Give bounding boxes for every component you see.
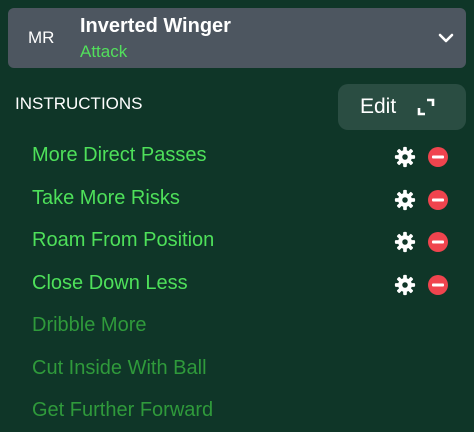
instruction-label: Dribble More	[32, 314, 147, 336]
role-selector[interactable]: MR Inverted Winger Attack	[8, 8, 466, 68]
gear-icon[interactable]	[394, 231, 416, 253]
role-duty: Attack	[80, 42, 128, 61]
remove-icon[interactable]	[427, 274, 449, 296]
gear-icon[interactable]	[394, 146, 416, 168]
suggested-instruction-row[interactable]: Get Further Forward	[0, 391, 474, 431]
active-instruction-row[interactable]: Roam From Position	[0, 221, 474, 261]
remove-icon[interactable]	[427, 189, 449, 211]
remove-icon[interactable]	[427, 146, 449, 168]
active-instruction-row[interactable]: Take More Risks	[0, 179, 474, 219]
instruction-label: Take More Risks	[32, 186, 180, 209]
edit-button[interactable]: Edit	[338, 84, 466, 130]
instruction-label: Roam From Position	[32, 229, 215, 251]
suggested-instruction-row[interactable]: Dribble More	[0, 306, 474, 346]
role-name: Inverted Winger	[80, 15, 231, 37]
remove-icon[interactable]	[427, 231, 449, 253]
instructions-title: INSTRUCTIONS	[15, 94, 143, 113]
position-code: MR	[28, 28, 55, 47]
instruction-label: Close Down Less	[32, 271, 188, 294]
gear-icon[interactable]	[394, 189, 416, 211]
instruction-label: More Direct Passes	[32, 144, 207, 166]
gear-icon[interactable]	[394, 274, 416, 296]
chevron-down-icon[interactable]	[436, 28, 456, 48]
suggested-instruction-row[interactable]: Cut Inside With Ball	[0, 349, 474, 389]
active-instruction-row[interactable]: More Direct Passes	[0, 136, 474, 176]
edit-button-label: Edit	[360, 95, 397, 118]
active-instruction-row[interactable]: Close Down Less	[0, 264, 474, 304]
expand-icon	[417, 98, 435, 116]
instruction-label: Cut Inside With Ball	[32, 356, 207, 379]
instruction-label: Get Further Forward	[32, 399, 214, 421]
